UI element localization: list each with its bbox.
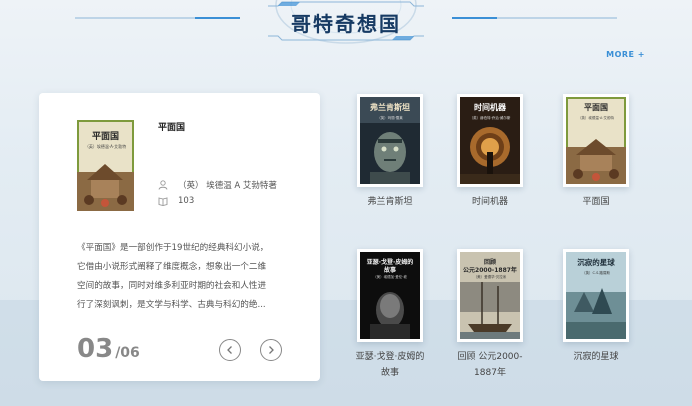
featured-book-cover[interactable]: 平面国 （英）埃德温·A·艾勃特 bbox=[77, 120, 134, 211]
book-name[interactable]: 弗兰肯斯坦 bbox=[355, 194, 425, 210]
page-total: /06 bbox=[115, 345, 140, 361]
description-line: 《平面国》是一部创作于19世纪的经典科幻小说， bbox=[77, 243, 269, 253]
book-item[interactable]: 平面国 （英）埃德温·A·艾勃特 平面国 bbox=[561, 94, 631, 210]
book-cover-title: 公元2000-1887年 bbox=[463, 267, 517, 274]
book-cover[interactable]: 平面国 （英）埃德温·A·艾勃特 bbox=[563, 94, 629, 187]
next-button[interactable] bbox=[260, 339, 282, 361]
book-name[interactable]: 时间机器 bbox=[455, 194, 525, 210]
book-cover-author: （美）爱德华·贝拉米 bbox=[473, 275, 507, 279]
book-cover[interactable]: 亚瑟·戈登·皮姆的 故事 （美）埃德加·爱伦·坡 bbox=[357, 249, 423, 342]
book-item[interactable]: 弗兰肯斯坦 （英）玛丽·雪莱 弗兰肯斯坦 bbox=[355, 94, 425, 210]
book-name-line: 故事 bbox=[380, 368, 399, 378]
featured-book-card: 平面国 （英）埃德温·A·艾勃特 平面国 （英） 埃德温 A 艾勃特著 103 … bbox=[39, 93, 320, 381]
book-cover[interactable]: 弗兰肯斯坦 （英）玛丽·雪莱 bbox=[357, 94, 423, 187]
chevron-left-icon bbox=[227, 346, 232, 354]
book-cover-title: 时间机器 bbox=[474, 103, 506, 112]
description-line: 行了深刻讽刺，是文学与科学、古典与科幻的绝... bbox=[77, 300, 266, 310]
section-header: 哥特奇想国 bbox=[0, 0, 692, 50]
book-cover-title: 亚瑟·戈登·皮姆的 bbox=[366, 259, 414, 266]
book-cover-author: （英）赫伯特·乔治·威尔斯 bbox=[469, 116, 511, 120]
book-item[interactable]: 沉寂的星球 （英）C.S.路易斯 沉寂的星球 bbox=[561, 249, 631, 365]
featured-description: 《平面国》是一部创作于19世纪的经典科幻小说， 它借由小说形式阐释了维度概念，想… bbox=[77, 239, 303, 315]
section-title: 哥特奇想国 bbox=[291, 12, 401, 36]
book-item[interactable]: 回顾 公元2000-1887年 （美）爱德华·贝拉米 回顾 公元2000- 18… bbox=[455, 249, 525, 381]
book-icon bbox=[158, 196, 168, 206]
book-cover-author: （英）埃德温·A·艾勃特 bbox=[577, 116, 615, 120]
book-item[interactable]: 时间机器 （英）赫伯特·乔治·威尔斯 时间机器 bbox=[455, 94, 525, 210]
book-name[interactable]: 沉寂的星球 bbox=[561, 349, 631, 365]
book-cover-title: 平面国 bbox=[584, 103, 608, 112]
book-name-line: 1887年 bbox=[474, 368, 506, 378]
book-cover-title: 弗兰肯斯坦 bbox=[370, 103, 410, 112]
page-current: 03 bbox=[77, 334, 114, 364]
book-cover[interactable]: 回顾 公元2000-1887年 （美）爱德华·贝拉米 bbox=[457, 249, 523, 342]
book-cover[interactable]: 时间机器 （英）赫伯特·乔治·威尔斯 bbox=[457, 94, 523, 187]
featured-author: （英） 埃德温 A 艾勃特著 bbox=[178, 181, 277, 191]
more-link[interactable]: MORE + bbox=[606, 50, 645, 59]
featured-author-row: （英） 埃德温 A 艾勃特著 bbox=[158, 179, 277, 191]
person-icon bbox=[158, 180, 168, 190]
description-line: 空间的故事，同时对维多利亚时期的社会和人性进 bbox=[77, 281, 267, 291]
featured-cover-title: 平面国 bbox=[91, 132, 119, 142]
book-cover-title: 沉寂的星球 bbox=[577, 258, 615, 267]
book-cover-author: （美）埃德加·爱伦·坡 bbox=[373, 275, 407, 279]
book-name[interactable]: 亚瑟·戈登·皮姆的 故事 bbox=[355, 349, 425, 381]
featured-count-row: 103 bbox=[158, 196, 194, 206]
book-cover-title: 故事 bbox=[383, 267, 396, 274]
book-item[interactable]: 亚瑟·戈登·皮姆的 故事 （美）埃德加·爱伦·坡 亚瑟·戈登·皮姆的 故事 bbox=[355, 249, 425, 381]
book-cover-author: （英）C.S.路易斯 bbox=[582, 271, 610, 275]
description-line: 它借由小说形式阐释了维度概念，想象出一个二维 bbox=[77, 262, 267, 272]
book-name-line: 亚瑟·戈登·皮姆的 bbox=[355, 352, 425, 362]
book-name-line: 回顾 公元2000- bbox=[457, 352, 523, 362]
prev-button[interactable] bbox=[219, 339, 241, 361]
page-indicator: 03 /06 bbox=[77, 334, 140, 364]
book-name[interactable]: 回顾 公元2000- 1887年 bbox=[455, 349, 525, 381]
book-cover-title: 回顾 bbox=[483, 259, 496, 266]
chevron-right-icon bbox=[269, 346, 274, 354]
featured-book-title[interactable]: 平面国 bbox=[158, 120, 185, 133]
featured-cover-author: （英）埃德温·A·艾勃特 bbox=[84, 144, 127, 149]
book-cover-author: （英）玛丽·雪莱 bbox=[377, 116, 403, 120]
book-cover[interactable]: 沉寂的星球 （英）C.S.路易斯 bbox=[563, 249, 629, 342]
featured-count: 103 bbox=[178, 196, 195, 206]
book-name[interactable]: 平面国 bbox=[561, 194, 631, 210]
